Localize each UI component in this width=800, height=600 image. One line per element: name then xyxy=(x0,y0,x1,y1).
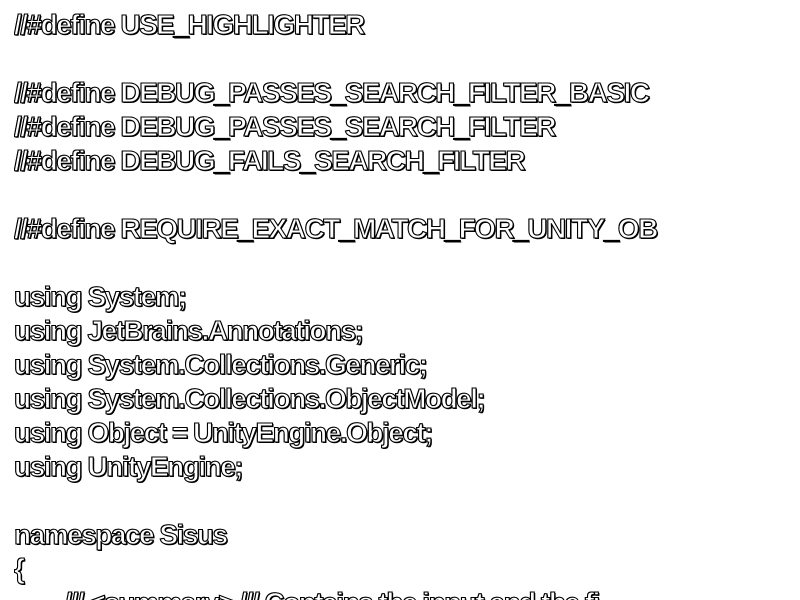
code-editor-view[interactable]: //#define USE_HIGHLIGHTER //#define DEBU… xyxy=(14,8,800,600)
code-line-18: /// <summary> /// Contains the input and… xyxy=(14,586,800,600)
code-line-9: using System; xyxy=(14,280,188,312)
code-line-4: //#define DEBUG_PASSES_SEARCH_FILTER xyxy=(14,110,557,142)
code-line-5: //#define DEBUG_FAILS_SEARCH_FILTER xyxy=(14,144,526,176)
code-line-3: //#define DEBUG_PASSES_SEARCH_FILTER_BAS… xyxy=(14,76,651,108)
code-line-11: using System.Collections.Generic; xyxy=(14,348,429,380)
code-line-14: using UnityEngine; xyxy=(14,450,244,482)
code-line-7: //#define REQUIRE_EXACT_MATCH_FOR_UNITY_… xyxy=(14,212,659,244)
code-line-1: //#define USE_HIGHLIGHTER xyxy=(14,8,366,40)
code-line-17: { xyxy=(14,552,25,584)
code-line-10: using JetBrains.Annotations; xyxy=(14,314,365,346)
code-line-12: using System.Collections.ObjectModel; xyxy=(14,382,486,414)
code-line-13: using Object = UnityEngine.Object; xyxy=(14,416,434,448)
code-line-16: namespace Sisus xyxy=(14,518,229,550)
